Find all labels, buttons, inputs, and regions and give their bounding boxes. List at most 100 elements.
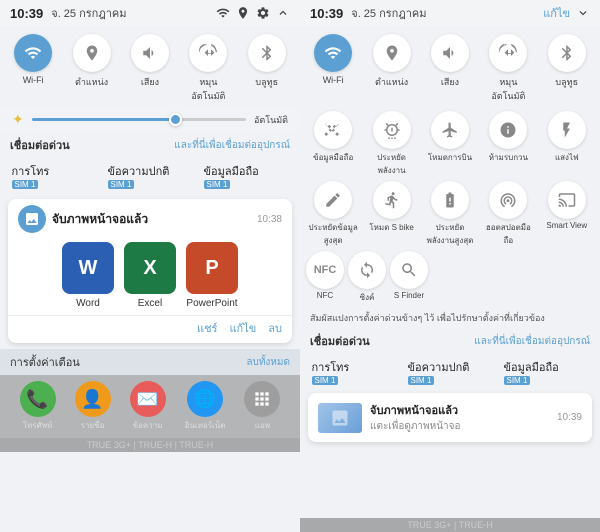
dock-apps-icon[interactable] [244, 381, 280, 417]
toggle-autorotate-circle[interactable] [189, 34, 227, 72]
right-conn-data-sub: SIM 1 [504, 376, 531, 385]
extra-toggle-sync-circle[interactable] [348, 251, 386, 289]
extra-toggle-sfinder[interactable]: S Finder [390, 251, 428, 304]
extra-toggle-maxsave-circle[interactable] [431, 181, 469, 219]
right-conn-calls-sim: SIM 1 [312, 376, 339, 385]
right-toggle-autorotate-circle[interactable] [489, 34, 527, 72]
right-connect-link[interactable]: และที่นี่เพื่อเชื่อมต่ออุปกรณ์ [474, 334, 590, 349]
conn-sms: ข้อความปกติ SIM 1 [108, 162, 193, 189]
toggle-autorotate-label: หมุนอัตโนมัติ [191, 75, 225, 103]
right-toggle-location[interactable]: ตำแหน่ง [367, 34, 417, 103]
right-toggle-location-circle[interactable] [373, 34, 411, 72]
app-icon-ppt[interactable]: P [186, 242, 238, 294]
toggle-location[interactable]: ตำแหน่ง [67, 34, 117, 103]
right-notif-sub: แตะเพื่อดูภาพหน้าจอ [370, 419, 549, 434]
dock-internet[interactable]: 🌐 อินเทอร์เน็ต [185, 381, 226, 432]
toggle-sound[interactable]: เสียง [125, 34, 175, 103]
toggle-sound-label: เสียง [141, 75, 159, 89]
brightness-thumb[interactable] [169, 113, 182, 126]
left-status-bottom-text: TRUE 3G+ | TRUE-H | TRUE-H [87, 440, 214, 450]
toggle-autorotate[interactable]: หมุนอัตโนมัติ [183, 34, 233, 103]
right-notification-card[interactable]: จับภาพหน้าจอแล้ว แตะเพื่อดูภาพหน้าจอ 10:… [308, 393, 592, 442]
toggle-wifi-circle[interactable] [14, 34, 52, 72]
left-bottom-link[interactable]: ลบทั้งหมด [246, 355, 290, 370]
brightness-icon: ✦ [12, 111, 24, 128]
extra-toggle-torch-circle[interactable] [548, 111, 586, 149]
notif-title: จับภาพหน้าจอแล้ว [52, 210, 251, 229]
dock-phone-icon[interactable]: 📞 [20, 381, 56, 417]
dock-contacts[interactable]: 👤 รายชื่อ [75, 381, 111, 432]
app-thumb-excel[interactable]: X Excel [124, 242, 176, 309]
left-time: 10:39 [10, 6, 43, 21]
notif-delete-btn[interactable]: ลบ [268, 319, 282, 337]
extra-toggle-nfc[interactable]: NFC NFC [306, 251, 344, 304]
left-connect-link[interactable]: และที่นี่เพื่อเชื่อมต่ออุปกรณ์ [174, 138, 290, 153]
extra-toggle-dnd[interactable]: ห้ามรบกวน [481, 111, 535, 177]
right-toggle-sound-circle[interactable] [431, 34, 469, 72]
excel-letter: X [143, 257, 156, 280]
toggle-sound-circle[interactable] [131, 34, 169, 72]
extra-toggle-smartview[interactable]: Smart View [540, 181, 594, 247]
right-toggle-bluetooth-label: บลูทูธ [555, 75, 578, 89]
extra-toggle-dnd-circle[interactable] [489, 111, 527, 149]
extra-toggle-hotspot[interactable]: ฮอตสปอตมือถือ [481, 181, 535, 247]
right-conn-data-sim: SIM 1 [504, 376, 531, 385]
app-thumb-word[interactable]: W Word [62, 242, 114, 309]
right-extra-toggles2: ประหยัดข้อมูลสูงสุด โหมด S bike ประหยัดพ… [300, 181, 600, 251]
extra-toggle-datasave-circle[interactable] [314, 181, 352, 219]
extra-toggle-maxsave[interactable]: ประหยัดพลังงานสูงสุด [423, 181, 477, 247]
right-toggle-wifi-circle[interactable] [314, 34, 352, 72]
extra-toggle-mobiledata[interactable]: ข้อมูลมือถือ [306, 111, 360, 177]
toggle-bluetooth[interactable]: บลูทูธ [242, 34, 292, 103]
dock-contacts-icon[interactable]: 👤 [75, 381, 111, 417]
extra-toggle-powersave-circle[interactable] [373, 111, 411, 149]
extra-toggle-smartview-circle[interactable] [548, 181, 586, 219]
notif-share-btn[interactable]: แชร์ [197, 319, 217, 337]
conn-data-sim: SIM 1 [204, 180, 231, 189]
dock-messages-icon[interactable]: ✉️ [130, 381, 166, 417]
right-conn-calls: การโทร SIM 1 [312, 358, 397, 385]
left-status-bar: 10:39 จ. 25 กรกฎาคม [0, 0, 300, 26]
right-toggle-wifi[interactable]: Wi-Fi [308, 34, 358, 103]
right-connect-title: เชื่อมต่อด่วน [310, 332, 370, 350]
right-toggle-autorotate-label: หมุนอัตโนมัติ [491, 75, 525, 103]
ppt-label: PowerPoint [186, 298, 237, 309]
extra-toggle-sync[interactable]: ซิงค์ [348, 251, 386, 304]
right-toggle-bluetooth[interactable]: บลูทูธ [542, 34, 592, 103]
right-toggle-autorotate[interactable]: หมุนอัตโนมัติ [483, 34, 533, 103]
right-toggle-sound-label: เสียง [441, 75, 459, 89]
right-toggle-bluetooth-circle[interactable] [548, 34, 586, 72]
toggle-bluetooth-circle[interactable] [248, 34, 286, 72]
toggle-location-circle[interactable] [73, 34, 111, 72]
extra-toggle-mobiledata-label: ข้อมูลมือถือ [313, 151, 353, 164]
right-edit-button[interactable]: แก้ไข [543, 4, 570, 22]
extra-toggle-powersave[interactable]: ประหยัดพลังงาน [364, 111, 418, 177]
extra-toggle-mobiledata-circle[interactable] [314, 111, 352, 149]
extra-toggle-sbike[interactable]: โหมด S bike [364, 181, 418, 247]
app-thumb-ppt[interactable]: P PowerPoint [186, 242, 238, 309]
dock-apps[interactable]: แอพ [244, 381, 280, 432]
nfc-row: NFC NFC ซิงค์ S Finder [300, 251, 600, 308]
extra-toggle-sbike-circle[interactable] [373, 181, 411, 219]
dock-phone[interactable]: 📞 โทรศัพท์ [20, 381, 56, 432]
toggle-wifi-label: Wi-Fi [23, 75, 44, 85]
dock-messages[interactable]: ✉️ ข้อความ [130, 381, 166, 432]
right-conn-calls-sub: SIM 1 [312, 376, 339, 385]
app-icon-excel[interactable]: X [124, 242, 176, 294]
notif-edit-btn[interactable]: แก้ไข [229, 319, 256, 337]
toggle-wifi[interactable]: Wi-Fi [8, 34, 58, 103]
extra-toggle-flightmode-circle[interactable] [431, 111, 469, 149]
right-toggle-sound[interactable]: เสียง [425, 34, 475, 103]
extra-toggle-torch[interactable]: แสงไฟ [540, 111, 594, 177]
right-conn-sms-sub: SIM 1 [408, 376, 435, 385]
left-notification-card[interactable]: จับภาพหน้าจอแล้ว 10:38 W Word X Excel P [8, 199, 292, 343]
brightness-slider[interactable] [32, 118, 246, 121]
ppt-letter: P [205, 257, 218, 280]
extra-toggle-sfinder-circle[interactable] [390, 251, 428, 289]
extra-toggle-datasave[interactable]: ประหยัดข้อมูลสูงสุด [306, 181, 360, 247]
app-icon-word[interactable]: W [62, 242, 114, 294]
extra-toggle-hotspot-circle[interactable] [489, 181, 527, 219]
dock-internet-icon[interactable]: 🌐 [187, 381, 223, 417]
extra-toggle-flightmode[interactable]: โหมดการบิน [423, 111, 477, 177]
extra-toggle-nfc-circle[interactable]: NFC [306, 251, 344, 289]
